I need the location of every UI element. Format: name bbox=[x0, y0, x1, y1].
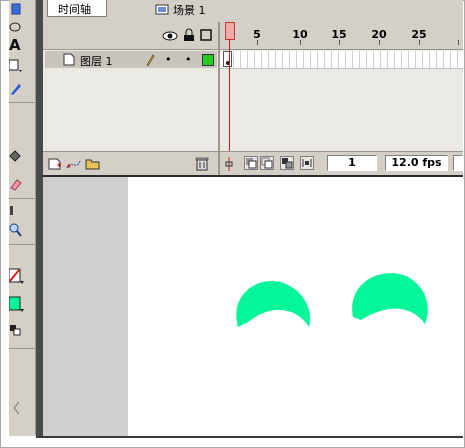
panel-divider bbox=[36, 0, 43, 437]
frames-footer: 1 12.0 fps bbox=[220, 151, 463, 176]
bottom-border bbox=[36, 436, 463, 438]
layer-visible-dot[interactable]: • bbox=[165, 53, 172, 66]
eye-icon[interactable] bbox=[162, 30, 178, 42]
layers-column: 图层 1 • • bbox=[43, 22, 220, 176]
top-strip: 时间轴 场景 1 bbox=[43, 0, 463, 23]
layer-outline-color[interactable] bbox=[202, 54, 214, 66]
brush-tool-icon[interactable] bbox=[9, 78, 33, 98]
subselect-tool-icon[interactable] bbox=[9, 0, 33, 20]
frames-area[interactable]: 1 5 10 15 20 25 bbox=[220, 22, 463, 176]
layer-lock-dot[interactable]: • bbox=[185, 53, 192, 66]
layer-page-icon bbox=[63, 53, 75, 66]
stroke-color-icon[interactable] bbox=[9, 266, 33, 286]
frame-rate-field[interactable]: 12.0 fps bbox=[385, 155, 448, 171]
swap-colors-icon[interactable] bbox=[9, 320, 33, 340]
stage-canvas[interactable] bbox=[128, 177, 461, 436]
delete-layer-icon[interactable] bbox=[195, 156, 209, 172]
playhead[interactable] bbox=[225, 22, 235, 40]
frame-cells-row[interactable] bbox=[220, 51, 463, 69]
text-tool-icon[interactable]: A bbox=[9, 34, 33, 54]
crescent-shape-left[interactable] bbox=[236, 281, 311, 327]
add-motion-guide-icon[interactable] bbox=[66, 157, 82, 171]
elapsed-time-field[interactable] bbox=[453, 155, 463, 171]
pencil-icon bbox=[146, 54, 155, 66]
layer-row[interactable]: 图层 1 • • bbox=[45, 51, 217, 68]
tools-panel: A bbox=[9, 0, 36, 436]
playhead-line bbox=[229, 39, 230, 151]
paint-bucket-tool-icon[interactable] bbox=[9, 146, 33, 166]
zoom-tool-icon[interactable] bbox=[9, 220, 33, 240]
hand-tool-icon[interactable] bbox=[9, 200, 33, 220]
stage-svg bbox=[236, 273, 428, 327]
timeline-panel: 图层 1 • • 1 5 10 bbox=[43, 22, 463, 176]
insert-layer-icon[interactable] bbox=[48, 157, 62, 171]
onion-skin-button[interactable] bbox=[244, 156, 258, 170]
layers-header bbox=[43, 22, 218, 50]
collapse-panel-icon[interactable] bbox=[9, 398, 33, 418]
layers-footer bbox=[43, 151, 218, 176]
pasteboard bbox=[43, 177, 128, 436]
fill-color-icon[interactable] bbox=[9, 294, 33, 314]
center-frame-icon[interactable] bbox=[224, 157, 234, 171]
layer-name: 图层 1 bbox=[80, 55, 113, 68]
tab-timeline[interactable]: 时间轴 bbox=[47, 0, 107, 17]
scene-label: 场景 1 bbox=[173, 4, 206, 17]
frame-ruler[interactable]: 1 5 10 15 20 25 bbox=[220, 22, 463, 50]
edit-multiple-frames-button[interactable] bbox=[280, 156, 294, 170]
eraser-tool-icon[interactable] bbox=[9, 174, 33, 194]
tab-timeline-label: 时间轴 bbox=[58, 3, 91, 16]
rectangle-tool-icon[interactable] bbox=[9, 56, 33, 76]
scene-breadcrumb[interactable]: 场景 1 bbox=[155, 3, 206, 17]
current-frame-field[interactable]: 1 bbox=[327, 155, 377, 171]
crescent-shape-right[interactable] bbox=[352, 273, 428, 324]
onion-skin-outlines-button[interactable] bbox=[260, 156, 274, 170]
keyframe-cell[interactable] bbox=[223, 51, 232, 67]
outline-square-icon[interactable] bbox=[200, 29, 212, 41]
scene-icon bbox=[155, 4, 169, 15]
insert-folder-icon[interactable] bbox=[85, 157, 101, 171]
lock-icon[interactable] bbox=[183, 28, 195, 42]
modify-onion-markers-button[interactable] bbox=[300, 156, 314, 170]
svg-text:A: A bbox=[9, 36, 21, 52]
